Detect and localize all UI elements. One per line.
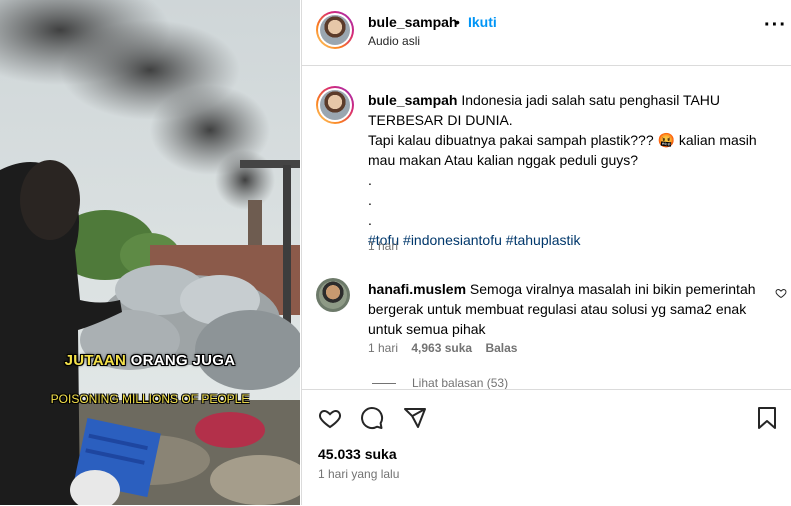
caption-dot: .	[368, 192, 372, 208]
commenter-username[interactable]: hanafi.muslem	[368, 281, 466, 297]
comment-bubble-icon[interactable]	[360, 406, 384, 430]
video-caption-line1: JUTAAN ORANG JUGA	[64, 352, 236, 369]
follow-button[interactable]: Ikuti	[468, 14, 497, 30]
like-heart-icon[interactable]	[318, 406, 342, 430]
caption-author-avatar[interactable]	[316, 86, 354, 124]
caption-text-line2: Tapi kalau dibuatnya pakai sampah plasti…	[368, 132, 757, 168]
reply-button[interactable]: Balas	[485, 341, 517, 355]
comment-meta: 1 hari 4,963 suka Balas	[368, 341, 527, 355]
replies-divider	[372, 383, 396, 385]
caption-username[interactable]: bule_sampah	[368, 92, 457, 108]
post-timestamp[interactable]: 1 hari yang lalu	[318, 467, 399, 481]
caption-dot: .	[368, 212, 372, 228]
more-options-icon[interactable]: ···	[764, 15, 787, 35]
post-caption: bule_sampah Indonesia jadi salah satu pe…	[368, 90, 783, 250]
hashtag-link[interactable]: #tahuplastik	[506, 232, 581, 248]
hashtags: #tofu #indonesiantofu #tahuplastik	[368, 232, 581, 248]
action-icons	[318, 406, 427, 435]
comment-likes[interactable]: 4,963 suka	[411, 341, 472, 355]
author-username[interactable]: bule_sampah	[368, 14, 457, 30]
video-frame	[0, 0, 300, 505]
separator-dot: •	[455, 14, 460, 30]
share-paper-plane-icon[interactable]	[403, 406, 427, 430]
comment-timestamp[interactable]: 1 hari	[368, 341, 398, 355]
video-caption-line2: POISONING MILLIONS OF PEOPLE	[50, 392, 250, 406]
audio-label[interactable]: Audio asli	[368, 34, 420, 48]
author-avatar[interactable]	[316, 11, 354, 49]
post-actions: 45.033 suka 1 hari yang lalu	[302, 389, 791, 506]
save-bookmark-icon[interactable]	[756, 406, 778, 430]
view-replies-button[interactable]: Lihat balasan (53)	[372, 376, 508, 390]
caption-timestamp[interactable]: 1 hari	[368, 239, 398, 253]
hashtag-link[interactable]: #indonesiantofu	[403, 232, 502, 248]
post-side-panel: bule_sampah • Ikuti Audio asli ··· bule_…	[301, 0, 791, 506]
instagram-post: JUTAAN ORANG JUGA POISONING MILLIONS OF …	[0, 0, 791, 506]
comment-like-heart-icon[interactable]	[775, 287, 787, 299]
post-like-count[interactable]: 45.033 suka	[318, 446, 397, 462]
commenter-avatar[interactable]	[316, 278, 350, 312]
post-header: bule_sampah • Ikuti Audio asli ···	[302, 0, 791, 66]
comment-item: hanafi.muslem Semoga viralnya masalah in…	[368, 279, 768, 339]
view-replies-label: Lihat balasan (53)	[412, 376, 509, 390]
caption-dot: .	[368, 172, 372, 188]
post-video[interactable]: JUTAAN ORANG JUGA POISONING MILLIONS OF …	[0, 0, 300, 505]
